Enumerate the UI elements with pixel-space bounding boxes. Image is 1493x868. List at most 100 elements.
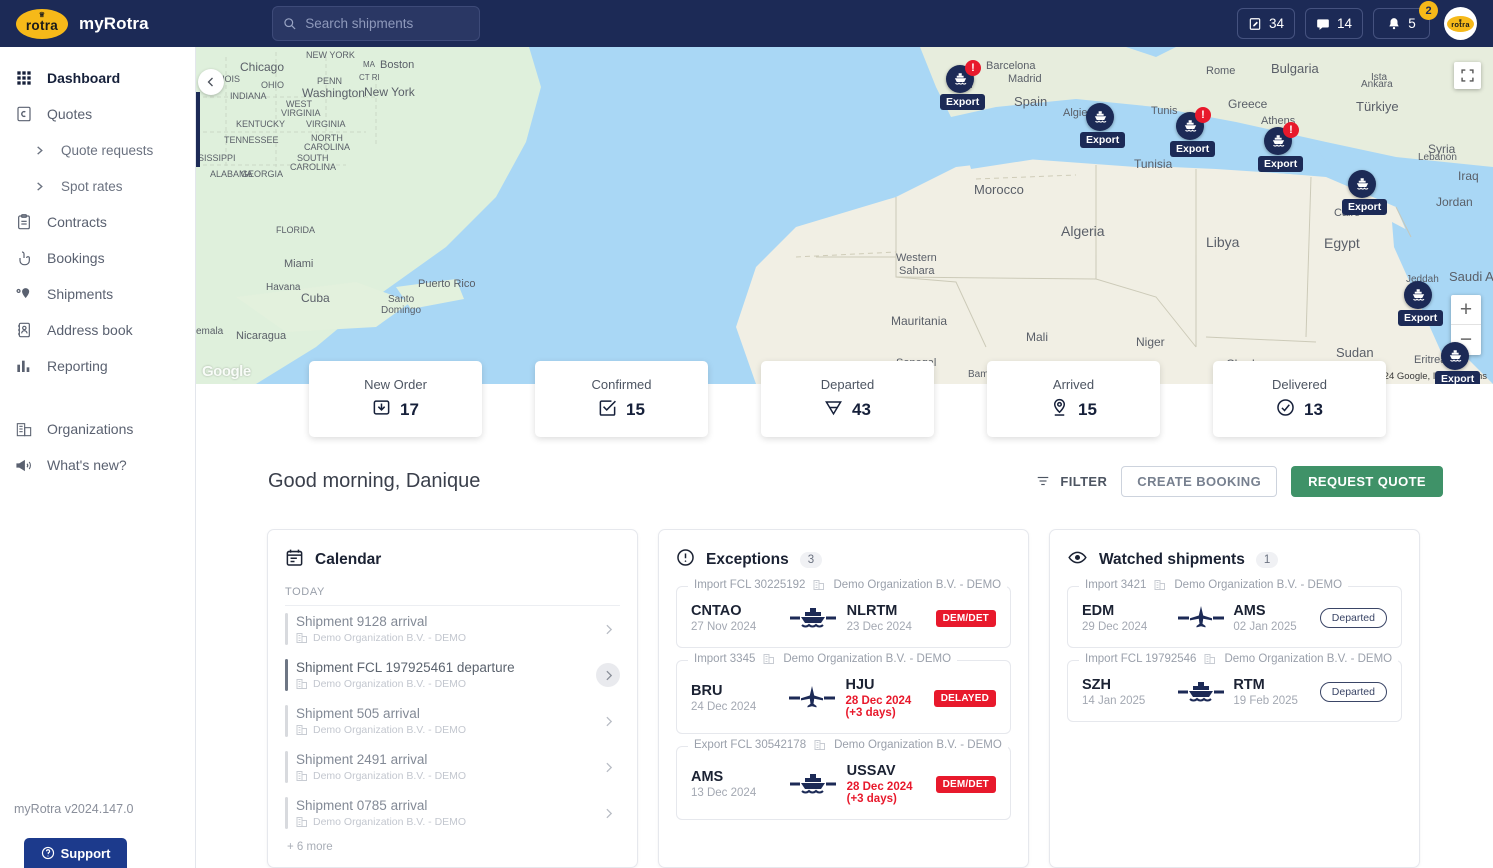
shipment-origin: CNTAO 27 Nov 2024: [691, 603, 780, 633]
messages-button[interactable]: 14: [1304, 8, 1363, 39]
chevron-right-icon[interactable]: [596, 801, 620, 825]
map-place-label: OHIO: [261, 80, 285, 90]
calendar-more-label[interactable]: + 6 more: [285, 836, 620, 853]
calendar-item-title: Shipment 9128 arrival: [296, 614, 428, 629]
status-card-value: 13: [1304, 399, 1323, 419]
shipment-org: Demo Organization B.V. - DEMO: [834, 739, 1002, 751]
status-card-delivered[interactable]: Delivered 13: [1213, 361, 1386, 437]
map-place-label: Greece: [1228, 97, 1268, 111]
chevron-right-icon[interactable]: [596, 617, 620, 641]
shipment-card[interactable]: Import FCL 30225192 Demo Organization B.V…: [676, 579, 1011, 648]
shipment-origin: AMS 13 Dec 2024: [691, 769, 780, 799]
watched-list: Import 3421 Demo Organization B.V. - DEMO…: [1067, 579, 1402, 722]
shipment-card[interactable]: Export FCL 30542178 Demo Organization B.V…: [676, 739, 1011, 820]
brand[interactable]: ♕ rotra myRotra: [0, 8, 196, 39]
sidebar-item-organizations[interactable]: Organizations: [0, 411, 195, 447]
org-icon: [296, 816, 308, 828]
calendar-list-item[interactable]: Shipment 2491 arrival Demo Organization B…: [285, 744, 620, 790]
shipment-reference: Import FCL 30225192: [694, 579, 806, 591]
chevron-right-icon[interactable]: [596, 709, 620, 733]
notifications-button[interactable]: 5 2: [1373, 1, 1438, 39]
chevron-right-icon[interactable]: [596, 663, 620, 687]
map-place-label: New York: [364, 85, 415, 99]
shipment-origin-date: 14 Jan 2025: [1082, 695, 1146, 707]
map-marker[interactable]: ! Export: [1170, 107, 1221, 157]
map-marker[interactable]: ! Export: [940, 60, 991, 110]
shipment-origin-code: BRU: [691, 683, 723, 699]
calendar-item-org: Demo Organization B.V. - DEMO: [313, 678, 467, 690]
status-badge: Departed: [1319, 682, 1387, 702]
search-input[interactable]: [305, 16, 469, 31]
notifications-badge: 2: [1419, 1, 1438, 20]
shipment-origin-date: 27 Nov 2024: [691, 621, 757, 633]
alert-badge-icon: !: [1283, 122, 1299, 138]
calendar-list-item[interactable]: Shipment 0785 arrival Demo Organization B…: [285, 790, 620, 836]
sidebar-item-quotes[interactable]: Quotes: [0, 96, 195, 132]
map-collapse-button[interactable]: [198, 69, 224, 95]
ship-icon: [1168, 679, 1233, 705]
filter-button[interactable]: FILTER: [1035, 474, 1107, 489]
tasks-button[interactable]: 34: [1236, 8, 1295, 39]
avatar[interactable]: ♕ rotra: [1444, 7, 1477, 40]
chevron-right-icon[interactable]: [596, 755, 620, 779]
search-box[interactable]: [272, 6, 480, 41]
sidebar-item-shipments[interactable]: Shipments: [0, 276, 195, 312]
map-place-label: Sahara: [899, 265, 935, 277]
watched-count: 1: [1255, 552, 1279, 568]
sidebar-subitem-quote-requests[interactable]: Quote requests: [0, 132, 195, 168]
map-place-label: Puerto Rico: [418, 278, 476, 290]
sidebar-item-label: Quotes: [47, 106, 93, 122]
map-place-label: Mali: [1026, 330, 1049, 344]
ship-icon: [1404, 281, 1432, 309]
app-version: myRotra v2024.147.0: [14, 802, 134, 816]
shipment-card[interactable]: Import 3345 Demo Organization B.V. - DEMO…: [676, 653, 1011, 734]
tasks-count: 34: [1268, 16, 1284, 31]
status-card-new-order[interactable]: New Order 17: [309, 361, 482, 437]
map-place-label: PENN: [317, 76, 343, 86]
map-marker[interactable]: Export: [1398, 281, 1449, 326]
status-card-arrived[interactable]: Arrived 15: [987, 361, 1160, 437]
status-card-departed[interactable]: Departed 43: [761, 361, 934, 437]
map-marker[interactable]: Export: [1080, 103, 1131, 148]
map-place-label: emala: [196, 326, 224, 337]
status-card-label: Confirmed: [591, 376, 652, 392]
shipments-pin-icon: [14, 285, 33, 304]
map-place-label: Boston: [380, 59, 415, 71]
sidebar-item-label: Bookings: [47, 250, 105, 266]
sidebar-item-reporting[interactable]: Reporting: [0, 348, 195, 384]
map-fullscreen-button[interactable]: [1454, 62, 1481, 89]
status-badge: DELAYED: [933, 689, 996, 707]
booking-icon: [14, 249, 33, 268]
calendar-list-item[interactable]: Shipment 9128 arrival Demo Organization B…: [285, 606, 620, 652]
status-card-confirmed[interactable]: Confirmed 15: [535, 361, 708, 437]
support-button[interactable]: Support: [24, 838, 127, 868]
logo-text: rotra: [25, 17, 59, 33]
calendar-list-item[interactable]: Shipment 505 arrival Demo Organization B.…: [285, 698, 620, 744]
messages-count: 14: [1336, 16, 1352, 31]
sidebar-item-whats-new[interactable]: What's new?: [0, 447, 195, 483]
create-booking-button[interactable]: CREATE BOOKING: [1121, 465, 1278, 497]
calendar-list-item[interactable]: Shipment FCL 197925461 departure Demo Org…: [285, 652, 620, 698]
shipment-card[interactable]: Import 3421 Demo Organization B.V. - DEMO…: [1067, 579, 1402, 648]
shipments-map[interactable]: Chicago NEW YORK MA Boston CT RI NOIS OHIO PENN…: [196, 47, 1493, 384]
shipment-dest-code: AMS: [1233, 603, 1266, 619]
calendar-panel: Calendar TODAY Shipment 9128 arrival Demo…: [267, 529, 638, 868]
sidebar-subitem-spot-rates[interactable]: Spot rates: [0, 168, 195, 204]
map-marker[interactable]: Export: [1342, 170, 1393, 215]
calendar-section-label: TODAY: [285, 586, 620, 606]
shipment-card[interactable]: Import FCL 19792546 Demo Organization B.V…: [1067, 653, 1402, 722]
org-icon: [1204, 653, 1216, 665]
map-place-label: MA: [363, 60, 375, 69]
sidebar-item-contracts[interactable]: Contracts: [0, 204, 195, 240]
sidebar-item-bookings[interactable]: Bookings: [0, 240, 195, 276]
request-quote-button[interactable]: REQUEST QUOTE: [1291, 465, 1443, 497]
map-marker[interactable]: ! Export: [1258, 122, 1309, 172]
sidebar-item-address-book[interactable]: Address book: [0, 312, 195, 348]
sidebar-item-label: Dashboard: [47, 70, 121, 86]
check-box-icon: [598, 398, 617, 422]
plane-icon: [1168, 605, 1233, 631]
sidebar-item-dashboard[interactable]: Dashboard: [0, 60, 195, 96]
status-card-label: Departed: [820, 376, 875, 392]
map-zoom-in-button[interactable]: +: [1451, 295, 1481, 325]
shipment-reference: Import 3421: [1085, 579, 1147, 591]
